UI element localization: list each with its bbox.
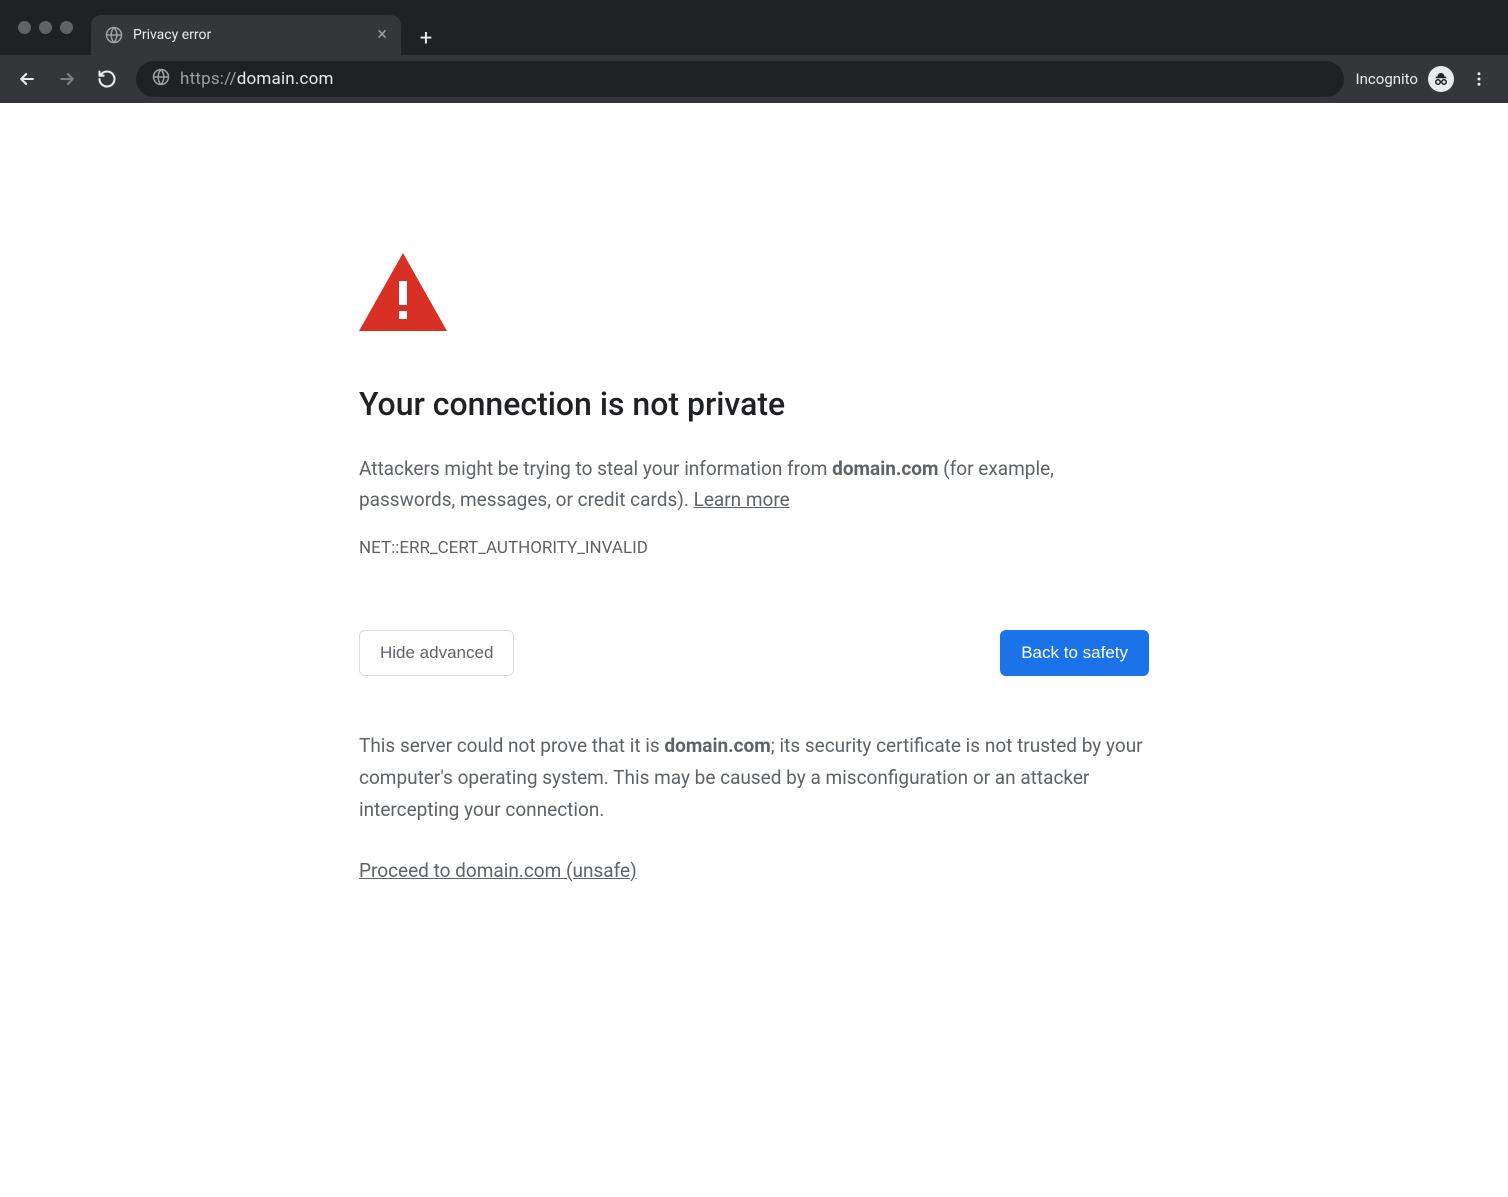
error-code: NET::ERR_CERT_AUTHORITY_INVALID	[359, 538, 1149, 558]
proceed-unsafe-link[interactable]: Proceed to domain.com (unsafe)	[359, 859, 637, 882]
warning-domain: domain.com	[832, 457, 938, 480]
advanced-paragraph: This server could not prove that it is d…	[359, 730, 1149, 827]
reload-button[interactable]	[90, 62, 124, 96]
window-close-dot[interactable]	[18, 21, 31, 34]
page-content: Your connection is not private Attackers…	[0, 103, 1508, 962]
advanced-text-prefix: This server could not prove that it is	[359, 734, 664, 757]
hide-advanced-button[interactable]: Hide advanced	[359, 630, 514, 676]
back-to-safety-button[interactable]: Back to safety	[1000, 630, 1149, 676]
interstitial-container: Your connection is not private Attackers…	[359, 253, 1149, 882]
site-info-icon[interactable]	[152, 68, 170, 90]
forward-button[interactable]	[50, 62, 84, 96]
browser-chrome: Privacy error × + https://domain.com Inc…	[0, 0, 1508, 103]
tab-strip: Privacy error × +	[0, 0, 1508, 55]
address-bar[interactable]: https://domain.com	[136, 61, 1344, 97]
toolbar: https://domain.com Incognito	[0, 55, 1508, 103]
url-host: domain.com	[237, 69, 334, 89]
advanced-domain: domain.com	[664, 734, 770, 757]
browser-tab[interactable]: Privacy error ×	[91, 15, 401, 55]
warning-text-prefix: Attackers might be trying to steal your …	[359, 457, 832, 480]
learn-more-link[interactable]: Learn more	[694, 488, 790, 511]
tab-title: Privacy error	[133, 27, 367, 43]
toolbar-right: Incognito	[1356, 64, 1500, 94]
url-text: https://domain.com	[180, 69, 334, 89]
kebab-menu-icon[interactable]	[1464, 64, 1494, 94]
back-button[interactable]	[10, 62, 44, 96]
button-row: Hide advanced Back to safety	[359, 630, 1149, 676]
new-tab-button[interactable]: +	[409, 21, 443, 55]
window-minimize-dot[interactable]	[39, 21, 52, 34]
incognito-label: Incognito	[1356, 70, 1418, 88]
incognito-icon[interactable]	[1428, 66, 1454, 92]
window-maximize-dot[interactable]	[60, 21, 73, 34]
close-icon[interactable]: ×	[377, 26, 387, 44]
page-heading: Your connection is not private	[359, 385, 1149, 423]
warning-paragraph: Attackers might be trying to steal your …	[359, 453, 1149, 516]
warning-triangle-icon	[359, 253, 1149, 335]
url-scheme: https://	[180, 69, 237, 89]
window-controls	[8, 0, 85, 55]
globe-icon	[105, 26, 123, 44]
